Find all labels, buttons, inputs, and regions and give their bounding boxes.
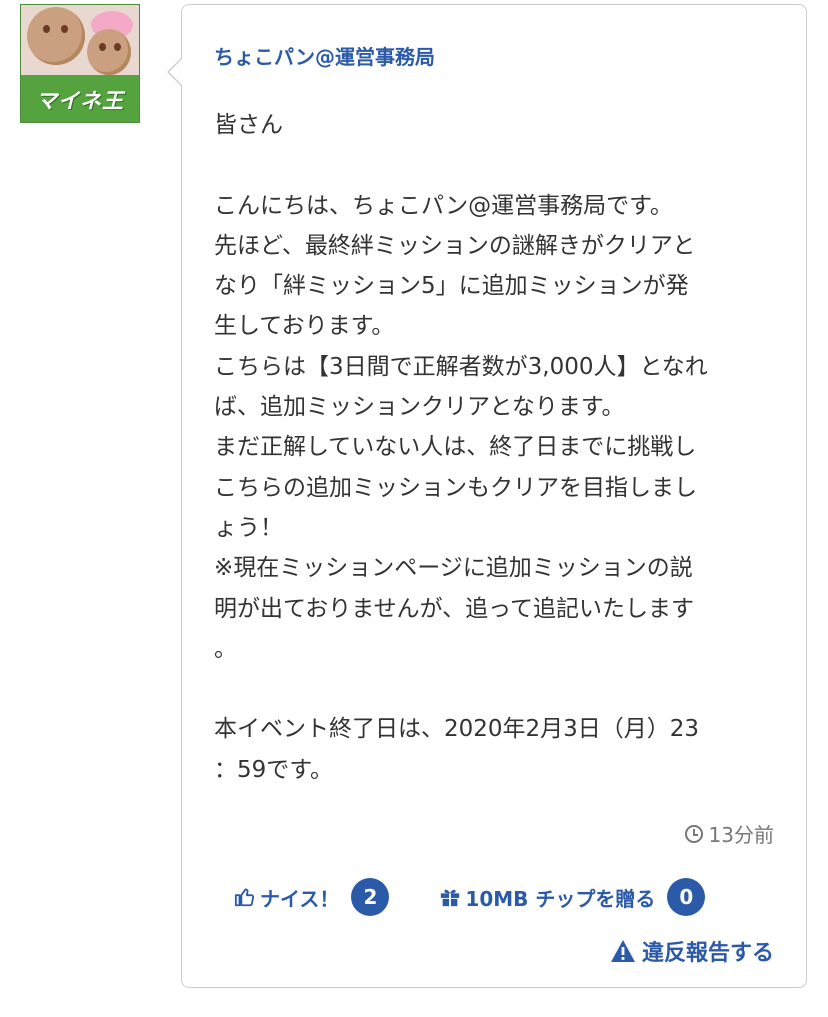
clock-icon (684, 824, 703, 843)
thumbs-up-icon (234, 888, 255, 907)
post-body: 皆さん こんにちは、ちょこパン@運営事務局です。 先ほど、最終絆ミッションの謎解… (214, 105, 784, 790)
body-line: 明が出ておりませんが、追って追記いたします (214, 595, 695, 622)
report-label: 違反報告する (641, 941, 774, 966)
body-line: ば、追加ミッションクリアとなります。 (214, 394, 625, 421)
nice-button[interactable]: ナイス！ 2 (234, 878, 390, 916)
tip-count-badge: 0 (667, 878, 706, 916)
body-line: 。 (214, 635, 237, 662)
body-line (214, 145, 784, 185)
body-line: こちらの追加ミッションもクリアを目指しまし (214, 474, 697, 501)
body-line: ：59です。 (214, 756, 333, 783)
gift-icon (441, 889, 460, 907)
body-line: まだ正解していない人は、終了日までに挑戦し (214, 434, 697, 461)
avatar-photo (21, 5, 139, 75)
nice-label: ナイス！ (260, 886, 340, 911)
tip-button[interactable]: 10MB チップを贈る 0 (439, 878, 706, 916)
body-line: 皆さん (214, 112, 283, 138)
body-line: 生しております。 (214, 313, 395, 340)
warning-icon (610, 940, 635, 962)
report-button[interactable]: 違反報告する (610, 935, 774, 967)
body-line: ょう！ (214, 514, 283, 541)
avatar-logo: マイネ王 (21, 75, 139, 122)
nice-count-badge: 2 (351, 878, 390, 916)
body-line (214, 669, 784, 709)
timestamp-text: 13分前 (708, 823, 774, 847)
body-line: こちらは【3日間で正解者数が3,000人】となれ (214, 353, 708, 380)
body-line: ※現在ミッションページに追加ミッションの説 (214, 555, 693, 582)
post-timestamp: 13分前 (684, 819, 774, 848)
body-line: 先ほど、最終絆ミッションの謎解きがクリアと (214, 232, 696, 259)
body-line: 本イベント終了日は、2020年2月3日（月）23 (214, 716, 700, 743)
avatar-logo-text: マイネ王 (36, 88, 124, 113)
post-card: ちょこパン@運営事務局 皆さん こんにちは、ちょこパン@運営事務局です。 先ほど… (167, 4, 807, 988)
avatar[interactable]: マイネ王 (20, 4, 140, 123)
author-name[interactable]: ちょこパン@運営事務局 (214, 41, 435, 70)
tip-label: 10MB チップを贈る (465, 886, 656, 911)
body-line: こんにちは、ちょこパン@運営事務局です。 (214, 192, 673, 219)
body-line: なり「絆ミッション5」に追加ミッションが発 (214, 273, 689, 300)
post-actions: ナイス！ 2 10MB チップを贈る 0 (234, 878, 706, 916)
